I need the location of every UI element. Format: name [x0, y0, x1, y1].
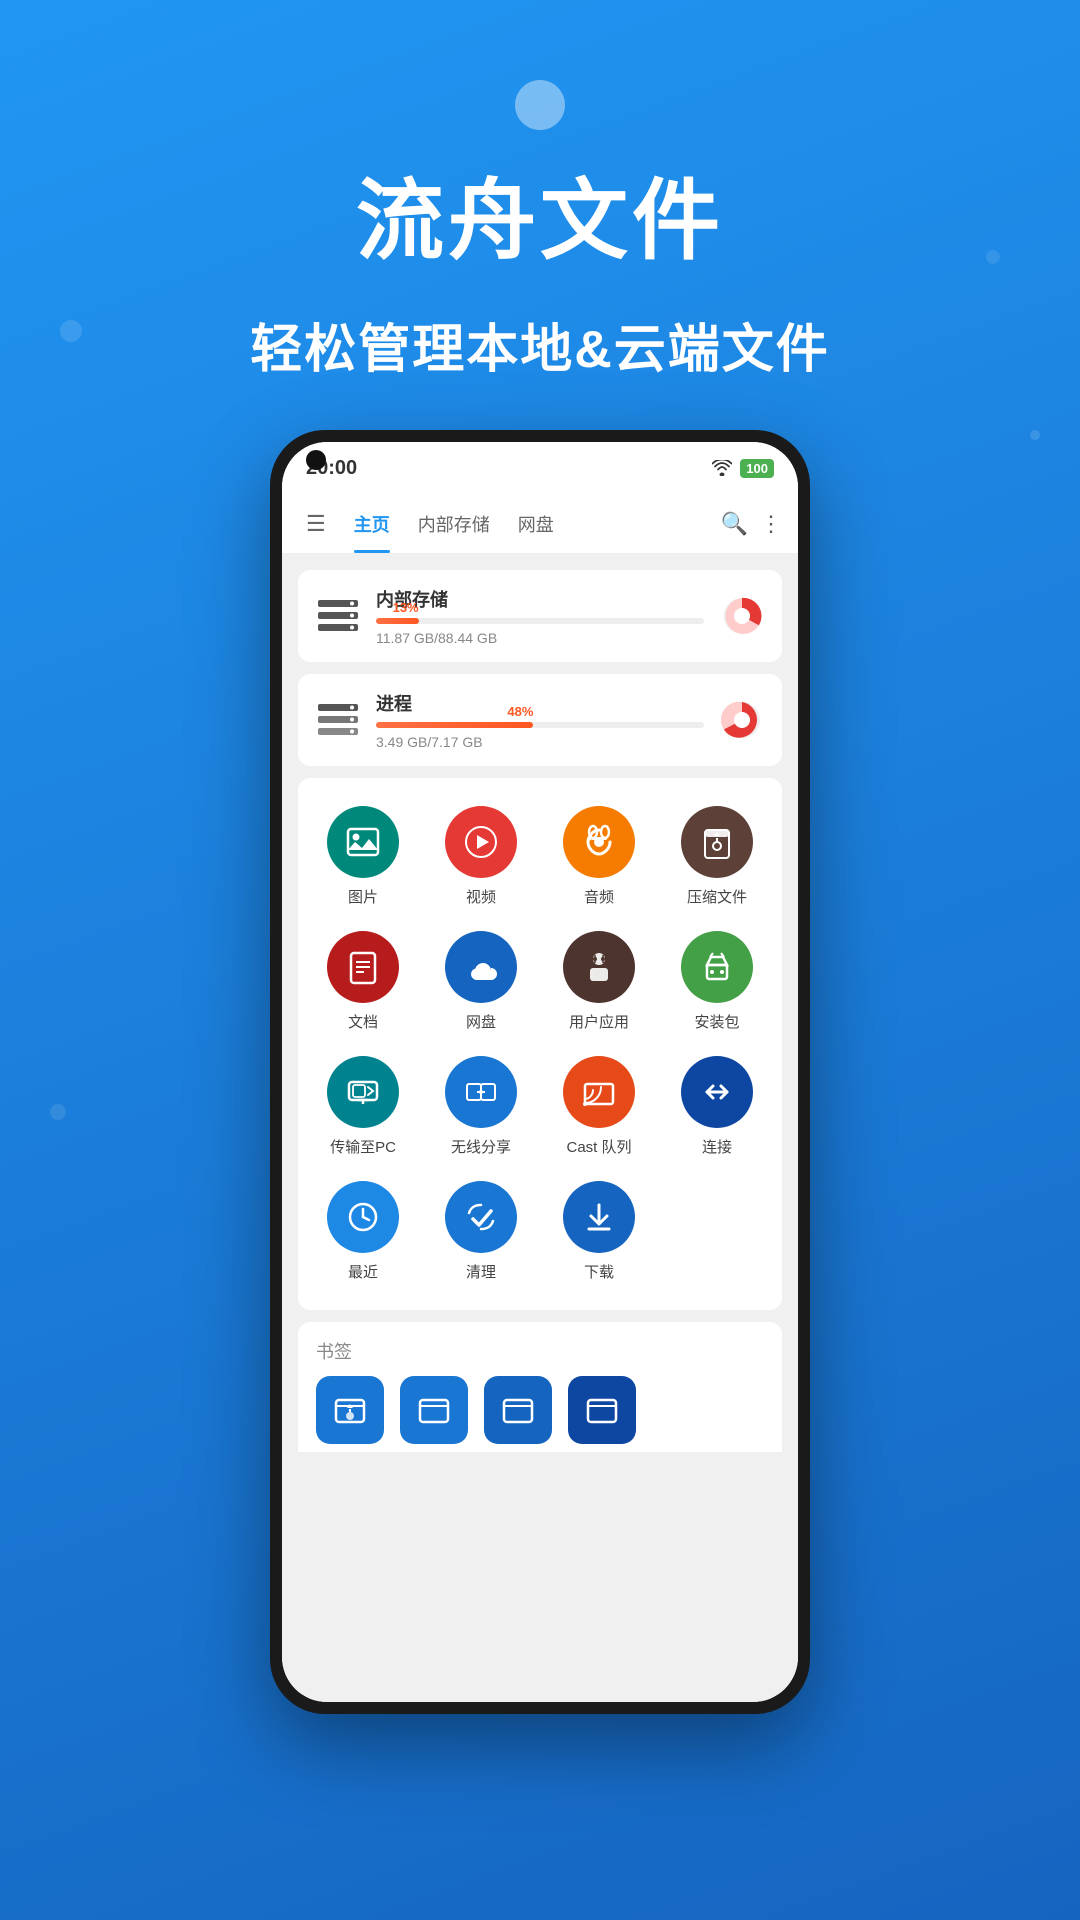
bookmark-item-1[interactable] — [316, 1376, 384, 1444]
icon-cloud[interactable]: 网盘 — [426, 923, 536, 1040]
audio-label: 音频 — [584, 886, 614, 907]
internal-storage-bar: 13% — [376, 618, 419, 624]
internal-storage-card[interactable]: 内部存储 13% 11.87 GB/88.44 GB — [298, 570, 782, 662]
tab-actions: 🔍 ⋮ — [721, 511, 782, 537]
download-label: 下载 — [584, 1261, 614, 1282]
cast-icon-circle — [563, 1056, 635, 1128]
process-size: 3.49 GB/7.17 GB — [376, 734, 704, 750]
internal-storage-name: 内部存储 — [376, 586, 704, 612]
icon-cast[interactable]: Cast 队列 — [544, 1048, 654, 1165]
recent-icon-circle — [327, 1181, 399, 1253]
wireless-icon-circle — [445, 1056, 517, 1128]
apps-icon-circle — [563, 931, 635, 1003]
app-title: 流舟文件 — [0, 150, 1080, 277]
phone-screen: 20:00 100 ☰ 主页 内部存储 — [282, 442, 798, 1702]
internal-storage-icon — [316, 594, 360, 638]
status-bar: 20:00 100 — [282, 442, 798, 494]
pictures-icon-circle — [327, 806, 399, 878]
tab-home[interactable]: 主页 — [342, 503, 402, 545]
pictures-label: 图片 — [348, 886, 378, 907]
process-icon — [316, 698, 360, 742]
connect-label: 连接 — [702, 1136, 732, 1157]
archive-icon-circle — [681, 806, 753, 878]
wifi-icon — [712, 460, 732, 476]
tab-bar: ☰ 主页 内部存储 网盘 🔍 ⋮ — [282, 494, 798, 554]
icon-apk[interactable]: 安装包 — [662, 923, 772, 1040]
internal-storage-info: 内部存储 13% 11.87 GB/88.44 GB — [376, 586, 704, 646]
apk-label: 安装包 — [694, 1011, 739, 1032]
app-subtitle: 轻松管理本地&云端文件 — [0, 307, 1080, 382]
icon-download[interactable]: 下载 — [544, 1173, 654, 1290]
icon-audio[interactable]: 音频 — [544, 798, 654, 915]
icons-section: 图片 视频 — [298, 778, 782, 1310]
more-icon[interactable]: ⋮ — [760, 511, 782, 537]
cloud-icon-circle — [445, 931, 517, 1003]
main-content: 内部存储 13% 11.87 GB/88.44 GB — [282, 554, 798, 1702]
audio-icon-circle — [563, 806, 635, 878]
header-section: 流舟文件 轻松管理本地&云端文件 — [0, 0, 1080, 382]
transfer-pc-icon-circle — [327, 1056, 399, 1128]
process-name: 进程 — [376, 690, 704, 716]
process-bar-wrapper: 48% — [376, 722, 704, 728]
icon-video[interactable]: 视频 — [426, 798, 536, 915]
bookmark-row — [316, 1376, 764, 1444]
tab-internal-storage[interactable]: 内部存储 — [406, 503, 502, 545]
wireless-label: 无线分享 — [451, 1136, 511, 1157]
process-chart — [720, 698, 764, 742]
icon-pictures[interactable]: 图片 — [308, 798, 418, 915]
top-dot-decoration — [515, 80, 565, 130]
internal-storage-size: 11.87 GB/88.44 GB — [376, 630, 704, 646]
bookmark-item-2[interactable] — [400, 1376, 468, 1444]
bg-dot-bottomleft — [50, 1104, 66, 1120]
camera-cutout — [306, 450, 326, 470]
apps-label: 用户应用 — [569, 1011, 629, 1032]
clean-label: 清理 — [466, 1261, 496, 1282]
phone-frame: 20:00 100 ☰ 主页 内部存储 — [270, 430, 810, 1714]
bg-dot-midright — [1030, 430, 1040, 440]
bookmarks-label: 书签 — [316, 1338, 764, 1364]
bookmark-item-4[interactable] — [568, 1376, 636, 1444]
cloud-label: 网盘 — [466, 1011, 496, 1032]
process-bar: 48% — [376, 722, 533, 728]
icon-apps[interactable]: 用户应用 — [544, 923, 654, 1040]
connect-icon-circle — [681, 1056, 753, 1128]
menu-icon[interactable]: ☰ — [298, 503, 334, 545]
process-info: 进程 48% 3.49 GB/7.17 GB — [376, 690, 704, 750]
icon-clean[interactable]: 清理 — [426, 1173, 536, 1290]
docs-icon-circle — [327, 931, 399, 1003]
apk-icon-circle — [681, 931, 753, 1003]
icons-grid: 图片 视频 — [308, 798, 772, 1290]
bookmark-item-3[interactable] — [484, 1376, 552, 1444]
archive-label: 压缩文件 — [687, 886, 747, 907]
search-icon[interactable]: 🔍 — [721, 511, 748, 537]
phone-mockup: 20:00 100 ☰ 主页 内部存储 — [270, 430, 810, 1714]
transfer-pc-label: 传输至PC — [330, 1136, 396, 1157]
tabs-container: 主页 内部存储 网盘 — [342, 503, 721, 545]
process-card[interactable]: 进程 48% 3.49 GB/7.17 GB — [298, 674, 782, 766]
process-percent: 48% — [507, 704, 533, 719]
tab-cloud[interactable]: 网盘 — [506, 503, 566, 545]
internal-storage-chart — [720, 594, 764, 638]
clean-icon-circle — [445, 1181, 517, 1253]
battery-icon: 100 — [740, 459, 774, 478]
recent-label: 最近 — [348, 1261, 378, 1282]
icon-docs[interactable]: 文档 — [308, 923, 418, 1040]
internal-storage-percent: 13% — [393, 600, 419, 615]
download-icon-circle — [563, 1181, 635, 1253]
video-label: 视频 — [466, 886, 496, 907]
icon-connect[interactable]: 连接 — [662, 1048, 772, 1165]
docs-label: 文档 — [348, 1011, 378, 1032]
status-icons: 100 — [712, 459, 774, 478]
icon-archive[interactable]: 压缩文件 — [662, 798, 772, 915]
internal-storage-bar-wrapper: 13% — [376, 618, 704, 624]
icon-wireless[interactable]: 无线分享 — [426, 1048, 536, 1165]
bookmarks-section: 书签 — [298, 1322, 782, 1452]
cast-label: Cast 队列 — [566, 1136, 631, 1157]
icon-transfer-pc[interactable]: 传输至PC — [308, 1048, 418, 1165]
icon-recent[interactable]: 最近 — [308, 1173, 418, 1290]
video-icon-circle — [445, 806, 517, 878]
